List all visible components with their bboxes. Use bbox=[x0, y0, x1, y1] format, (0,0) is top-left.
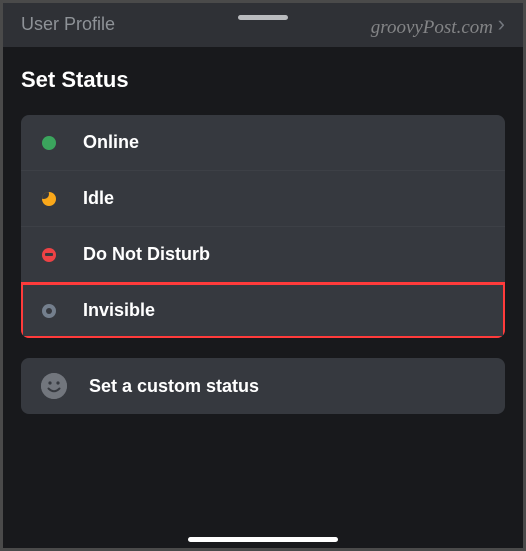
dnd-icon bbox=[41, 247, 57, 263]
chevron-right-icon[interactable]: › bbox=[498, 11, 505, 37]
user-profile-title: User Profile bbox=[21, 14, 115, 35]
status-label: Invisible bbox=[83, 300, 155, 321]
status-option-online[interactable]: Online bbox=[21, 115, 505, 171]
status-list: Online Idle Do Not Disturb Invisible bbox=[21, 115, 505, 338]
sheet-header: Set Status bbox=[3, 47, 523, 109]
set-status-title: Set Status bbox=[21, 67, 505, 93]
smiley-icon bbox=[41, 373, 67, 399]
status-label: Online bbox=[83, 132, 139, 153]
top-bar: User Profile › bbox=[3, 3, 523, 47]
invisible-icon bbox=[41, 303, 57, 319]
home-indicator bbox=[188, 537, 338, 542]
status-option-dnd[interactable]: Do Not Disturb bbox=[21, 227, 505, 283]
online-icon bbox=[41, 135, 57, 151]
status-label: Do Not Disturb bbox=[83, 244, 210, 265]
idle-icon bbox=[41, 191, 57, 207]
set-custom-status-button[interactable]: Set a custom status bbox=[21, 358, 505, 414]
status-option-invisible[interactable]: Invisible bbox=[21, 283, 505, 338]
status-option-idle[interactable]: Idle bbox=[21, 171, 505, 227]
custom-status-label: Set a custom status bbox=[89, 376, 259, 397]
status-label: Idle bbox=[83, 188, 114, 209]
drag-handle[interactable] bbox=[238, 15, 288, 20]
